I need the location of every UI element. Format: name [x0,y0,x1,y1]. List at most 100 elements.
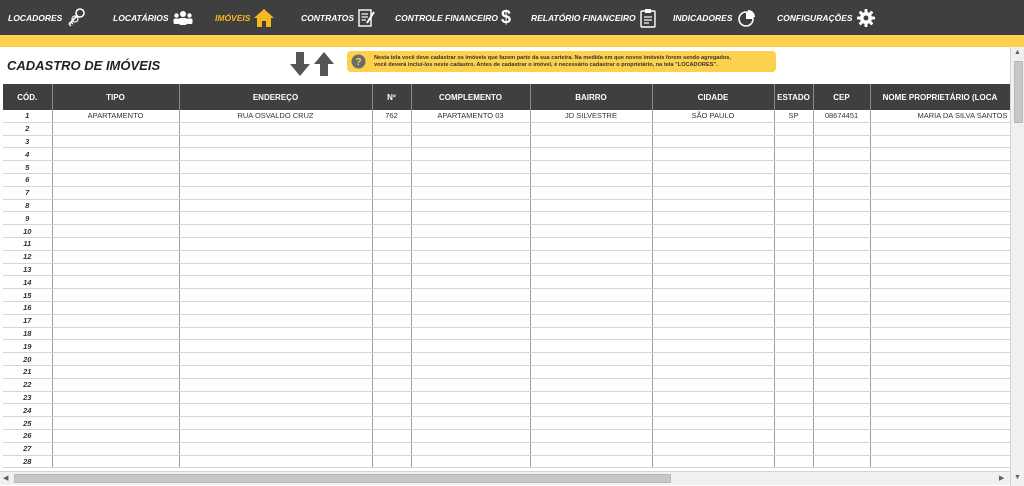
table-cell[interactable] [813,199,871,213]
nav-item-locadores[interactable]: LOCADORES [8,0,87,35]
table-cell[interactable] [813,237,871,251]
table-cell[interactable] [652,135,775,149]
scroll-left-icon[interactable]: ◀ [3,474,8,482]
scroll-up-icon[interactable]: ▲ [1014,49,1021,56]
table-cell[interactable] [52,378,180,392]
table-cell[interactable] [530,455,653,469]
table-cell[interactable] [530,403,653,418]
table-cell[interactable] [813,301,871,315]
table-cell[interactable] [530,186,653,200]
table-cell[interactable] [372,275,412,290]
table-cell[interactable] [52,391,180,405]
table-cell[interactable] [52,199,180,213]
table-cell[interactable] [530,288,653,302]
table-cell[interactable] [179,378,373,392]
table-cell[interactable] [372,122,412,136]
table-cell[interactable] [411,263,531,277]
row-code-cell[interactable]: 14 [3,275,53,290]
table-cell[interactable] [411,237,531,251]
table-cell[interactable] [372,339,412,354]
table-cell[interactable] [813,211,871,226]
table-cell[interactable] [179,263,373,277]
table-cell[interactable] [774,288,814,302]
table-cell[interactable] [372,147,412,162]
table-cell[interactable] [52,186,180,200]
table-cell[interactable] [774,301,814,315]
table-cell[interactable] [372,365,412,379]
table-cell[interactable] [52,365,180,379]
table-cell[interactable] [411,455,531,469]
table-cell[interactable] [52,288,180,302]
row-code-cell[interactable]: 27 [3,442,53,456]
row-code-cell[interactable]: 19 [3,339,53,354]
table-cell[interactable] [372,186,412,200]
table-cell[interactable]: APARTAMENTO 03 [411,110,531,123]
table-cell[interactable] [372,211,412,226]
table-cell[interactable] [411,173,531,187]
row-code-cell[interactable]: 10 [3,224,53,238]
table-cell[interactable] [530,352,653,366]
table-cell[interactable] [179,391,373,405]
row-code-cell[interactable]: 4 [3,147,53,162]
table-cell[interactable] [179,135,373,149]
table-cell[interactable] [530,135,653,149]
table-cell[interactable] [652,173,775,187]
horizontal-scroll-thumb[interactable] [14,474,671,483]
table-cell[interactable] [530,301,653,315]
table-cell[interactable] [813,455,871,469]
table-cell[interactable] [813,391,871,405]
table-cell[interactable] [411,327,531,341]
table-cell[interactable] [870,160,1011,174]
table-cell[interactable] [411,314,531,328]
table-cell[interactable] [870,147,1011,162]
table-cell[interactable] [652,378,775,392]
table-cell[interactable] [774,147,814,162]
table-cell[interactable] [870,403,1011,418]
table-cell[interactable] [372,288,412,302]
row-code-cell[interactable]: 7 [3,186,53,200]
table-cell[interactable] [870,301,1011,315]
table-cell[interactable] [774,352,814,366]
table-cell[interactable] [652,288,775,302]
table-cell[interactable] [52,147,180,162]
table-cell[interactable] [870,416,1011,430]
table-cell[interactable] [411,416,531,430]
table-cell[interactable] [411,378,531,392]
table-cell[interactable] [411,122,531,136]
table-cell[interactable] [774,186,814,200]
table-cell[interactable] [870,378,1011,392]
table-cell[interactable] [530,263,653,277]
table-cell[interactable] [179,288,373,302]
nav-item-contratos[interactable]: CONTRATOS [301,0,377,35]
table-cell[interactable] [179,160,373,174]
table-cell[interactable] [411,429,531,443]
scroll-right-icon[interactable]: ▶ [999,474,1004,482]
table-cell[interactable] [372,250,412,264]
table-cell[interactable] [652,147,775,162]
table-cell[interactable] [411,160,531,174]
table-cell[interactable] [372,237,412,251]
table-cell[interactable] [652,263,775,277]
row-code-cell[interactable]: 28 [3,455,53,469]
table-cell[interactable] [813,224,871,238]
table-cell[interactable] [530,391,653,405]
table-cell[interactable] [774,378,814,392]
table-cell[interactable] [179,211,373,226]
table-cell[interactable] [179,403,373,418]
table-cell[interactable] [774,160,814,174]
table-cell[interactable] [813,429,871,443]
table-cell[interactable] [52,275,180,290]
table-cell[interactable] [774,327,814,341]
table-cell[interactable] [652,186,775,200]
table-cell[interactable] [652,160,775,174]
table-cell[interactable] [652,352,775,366]
table-cell[interactable] [774,211,814,226]
row-code-cell[interactable]: 23 [3,391,53,405]
table-cell[interactable] [652,365,775,379]
table-cell[interactable] [411,275,531,290]
table-cell[interactable] [870,211,1011,226]
table-cell[interactable] [870,442,1011,456]
table-cell[interactable] [530,378,653,392]
table-cell[interactable] [372,403,412,418]
table-cell[interactable] [774,237,814,251]
